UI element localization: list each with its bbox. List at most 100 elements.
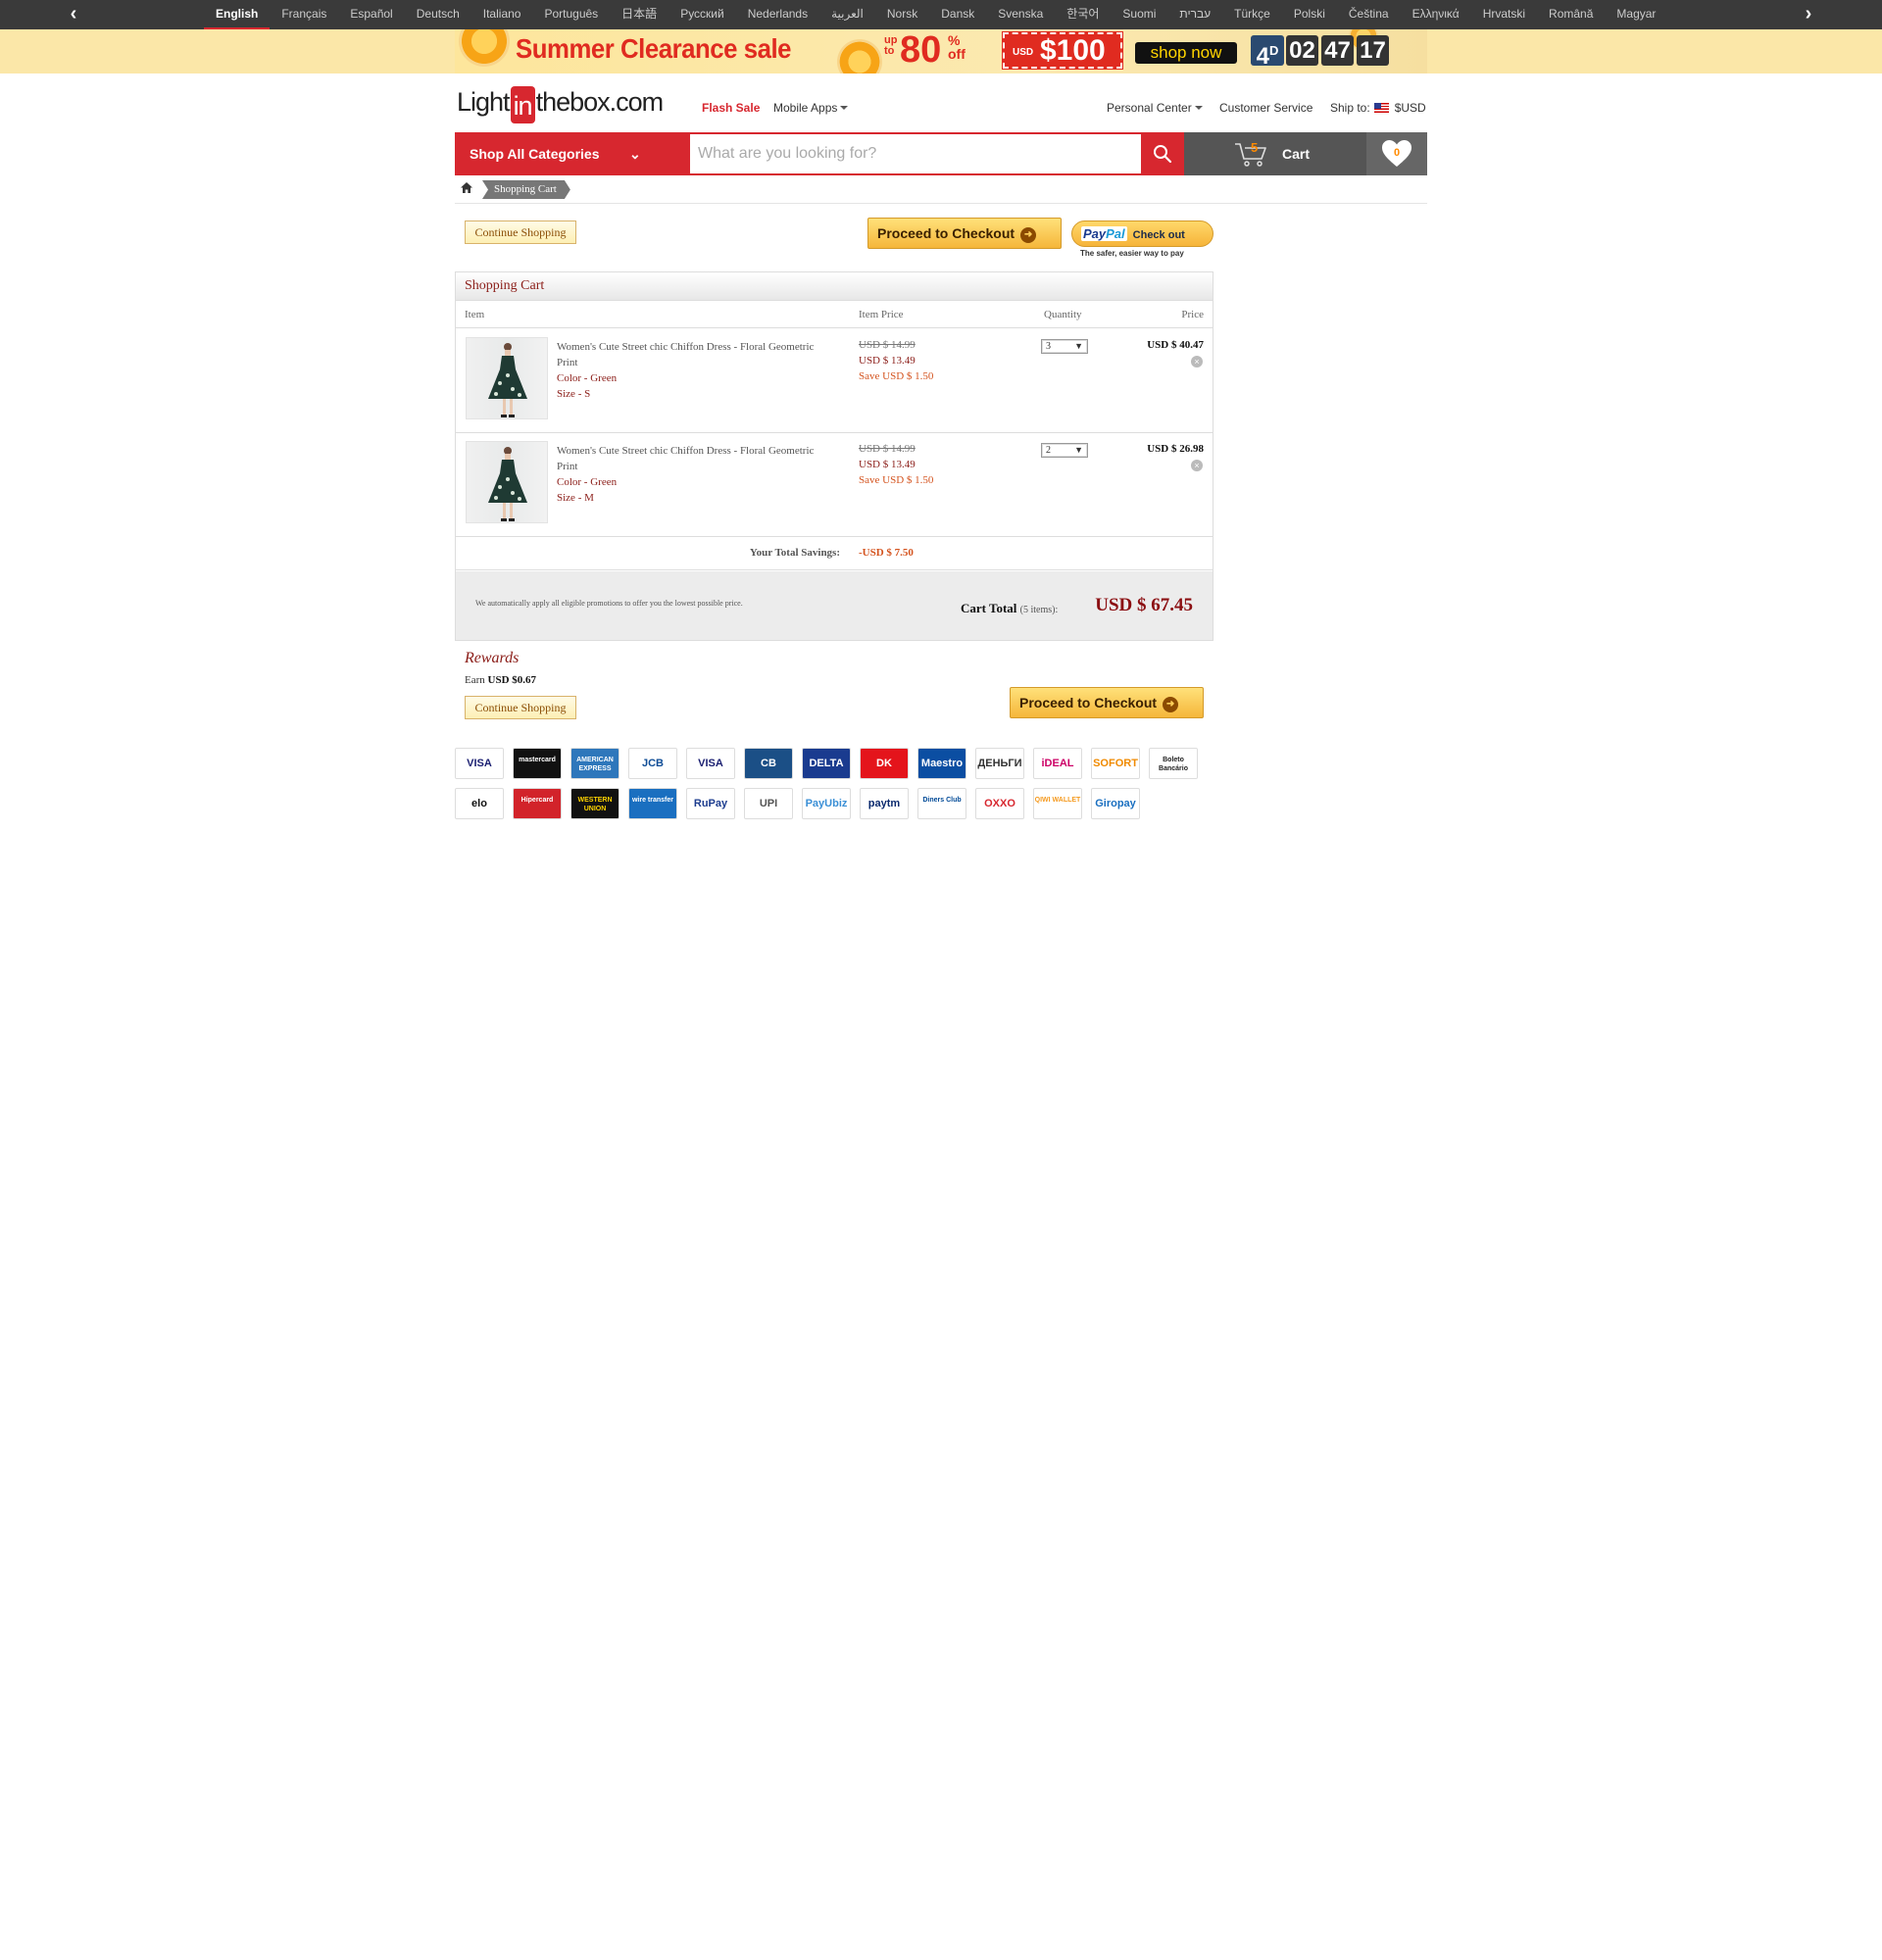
payment-logo: iDEAL <box>1033 748 1082 779</box>
column-item-price: Item Price <box>859 309 904 320</box>
language-option[interactable]: 한국어 <box>1055 0 1111 29</box>
coupon-currency: USD <box>1013 47 1034 58</box>
mobile-apps-menu[interactable]: Mobile Apps <box>773 101 849 115</box>
savings-value: -USD $ 7.50 <box>859 547 914 559</box>
item-savings: Save USD $ 1.50 <box>859 370 934 382</box>
cart-button[interactable]: 5 Cart <box>1184 132 1366 175</box>
promotion-note: We automatically apply all eligible prom… <box>475 599 743 608</box>
caret-down-icon <box>840 106 849 110</box>
language-option[interactable]: Magyar <box>1605 0 1667 29</box>
dropdown-arrow-icon: ▼ <box>1074 341 1083 351</box>
language-option[interactable]: 日本語 <box>610 0 669 29</box>
site-logo[interactable]: Light in thebox.com <box>457 86 664 123</box>
language-option[interactable]: Polski <box>1282 0 1337 29</box>
continue-shopping-button[interactable]: Continue Shopping <box>465 696 576 719</box>
promo-banner-content[interactable]: Summer Clearance sale up to 80 % off USD… <box>455 29 1427 74</box>
payment-logo: QIWI WALLET <box>1033 788 1082 819</box>
earn-label: Earn <box>465 674 485 686</box>
wishlist-button[interactable]: 0 <box>1366 132 1427 175</box>
promo-banner[interactable]: Summer Clearance sale up to 80 % off USD… <box>0 29 1882 74</box>
home-icon[interactable] <box>460 181 473 197</box>
proceed-to-checkout-button[interactable]: Proceed to Checkout ➜ <box>867 218 1062 249</box>
checkout-label: Proceed to Checkout <box>877 225 1015 241</box>
language-option[interactable]: العربية <box>819 0 875 29</box>
logo-text-light: Light <box>457 87 511 117</box>
quantity-select[interactable]: 2 ▼ <box>1041 443 1088 458</box>
payment-logo: OXXO <box>975 788 1024 819</box>
breadcrumb-current: Shopping Cart <box>482 180 570 199</box>
product-title[interactable]: Women's Cute Street chic Chiffon Dress -… <box>557 341 814 368</box>
chevron-right-icon[interactable]: › <box>1794 0 1823 29</box>
cart-row: Women's Cute Street chic Chiffon Dress -… <box>456 433 1213 537</box>
language-option[interactable]: English <box>204 0 271 29</box>
language-option[interactable]: עברית <box>1167 0 1222 29</box>
language-option[interactable]: Español <box>338 0 404 29</box>
language-option[interactable]: Hrvatski <box>1471 0 1537 29</box>
language-option[interactable]: Suomi <box>1111 0 1167 29</box>
language-option[interactable]: Dansk <box>929 0 986 29</box>
caret-down-icon <box>1194 106 1203 110</box>
language-option[interactable]: Čeština <box>1337 0 1401 29</box>
paypal-logo-pal: Pal <box>1106 226 1125 241</box>
search-input[interactable] <box>690 132 1141 175</box>
payment-logo: UPI <box>744 788 793 819</box>
language-option[interactable]: Deutsch <box>405 0 471 29</box>
search-button[interactable] <box>1141 132 1184 175</box>
product-name[interactable]: Women's Cute Street chic Chiffon Dress -… <box>557 443 831 506</box>
product-color: Color - Green <box>557 476 618 488</box>
wishlist-count: 0 <box>1393 147 1401 159</box>
language-option[interactable]: Português <box>532 0 610 29</box>
language-option[interactable]: Français <box>270 0 338 29</box>
payment-logo: wire transfer <box>628 788 677 819</box>
language-option[interactable]: Русский <box>669 0 736 29</box>
chevron-left-icon[interactable]: ‹ <box>59 0 88 29</box>
language-option[interactable]: Nederlands <box>736 0 819 29</box>
checkout-label: Proceed to Checkout <box>1019 695 1158 710</box>
personal-center-menu[interactable]: Personal Center <box>1107 101 1203 115</box>
payment-logo: Boleto Bancário <box>1149 748 1198 779</box>
categories-label: Shop All Categories <box>470 146 600 162</box>
product-image[interactable] <box>466 441 548 523</box>
quantity-value: 2 <box>1046 445 1051 456</box>
language-option[interactable]: Ελληνικά <box>1401 0 1471 29</box>
earn-value: USD $0.67 <box>487 674 537 686</box>
logo-text-in: in <box>510 86 535 123</box>
product-title[interactable]: Women's Cute Street chic Chiffon Dress -… <box>557 445 814 472</box>
payment-logo: mastercard <box>513 748 562 779</box>
flash-sale-link[interactable]: Flash Sale <box>702 101 760 115</box>
payment-logo: paytm <box>860 788 909 819</box>
cart-label: Cart <box>1282 146 1311 162</box>
customer-service-link[interactable]: Customer Service <box>1219 101 1312 115</box>
countdown-minutes: 47 <box>1321 35 1354 66</box>
quantity-select[interactable]: 3 ▼ <box>1041 339 1088 354</box>
payment-logo: WESTERN UNION <box>570 788 619 819</box>
language-option[interactable]: Norsk <box>875 0 929 29</box>
shop-now-button[interactable]: shop now <box>1135 42 1237 64</box>
language-option[interactable]: Italiano <box>471 0 533 29</box>
remove-item-icon[interactable]: × <box>1191 460 1203 471</box>
dropdown-arrow-icon: ▼ <box>1074 445 1083 455</box>
paypal-label: Check out <box>1132 229 1185 241</box>
personal-center-label: Personal Center <box>1107 101 1192 115</box>
cart-column-headers: Item Item Price Quantity Price <box>456 301 1213 328</box>
paypal-checkout-button[interactable]: PayPal Check out <box>1071 220 1213 247</box>
language-option[interactable]: Română <box>1537 0 1605 29</box>
rewards-title: Rewards <box>465 650 520 666</box>
arrow-right-icon: ➜ <box>1020 227 1037 243</box>
product-name[interactable]: Women's Cute Street chic Chiffon Dress -… <box>557 339 831 402</box>
language-option[interactable]: Svenska <box>986 0 1055 29</box>
proceed-to-checkout-button[interactable]: Proceed to Checkout ➜ <box>1010 687 1204 718</box>
payment-logo: ДЕНЬГИ <box>975 748 1024 779</box>
cart-total-row: We automatically apply all eligible prom… <box>456 571 1213 640</box>
continue-shopping-button[interactable]: Continue Shopping <box>465 220 576 244</box>
payment-logo: RuPay <box>686 788 735 819</box>
shop-all-categories-button[interactable]: Shop All Categories ⌄ <box>455 132 690 175</box>
product-image[interactable] <box>466 337 548 419</box>
remove-item-icon[interactable]: × <box>1191 356 1203 368</box>
paypal-note: The safer, easier way to pay <box>1080 249 1184 258</box>
column-quantity: Quantity <box>1044 309 1082 320</box>
ship-to-selector[interactable]: Ship to: $USD <box>1330 101 1426 115</box>
payment-logo: AMERICAN EXPRESS <box>570 748 619 779</box>
language-option[interactable]: Türkçe <box>1222 0 1282 29</box>
banner-discount-suffix: % off <box>948 32 966 62</box>
